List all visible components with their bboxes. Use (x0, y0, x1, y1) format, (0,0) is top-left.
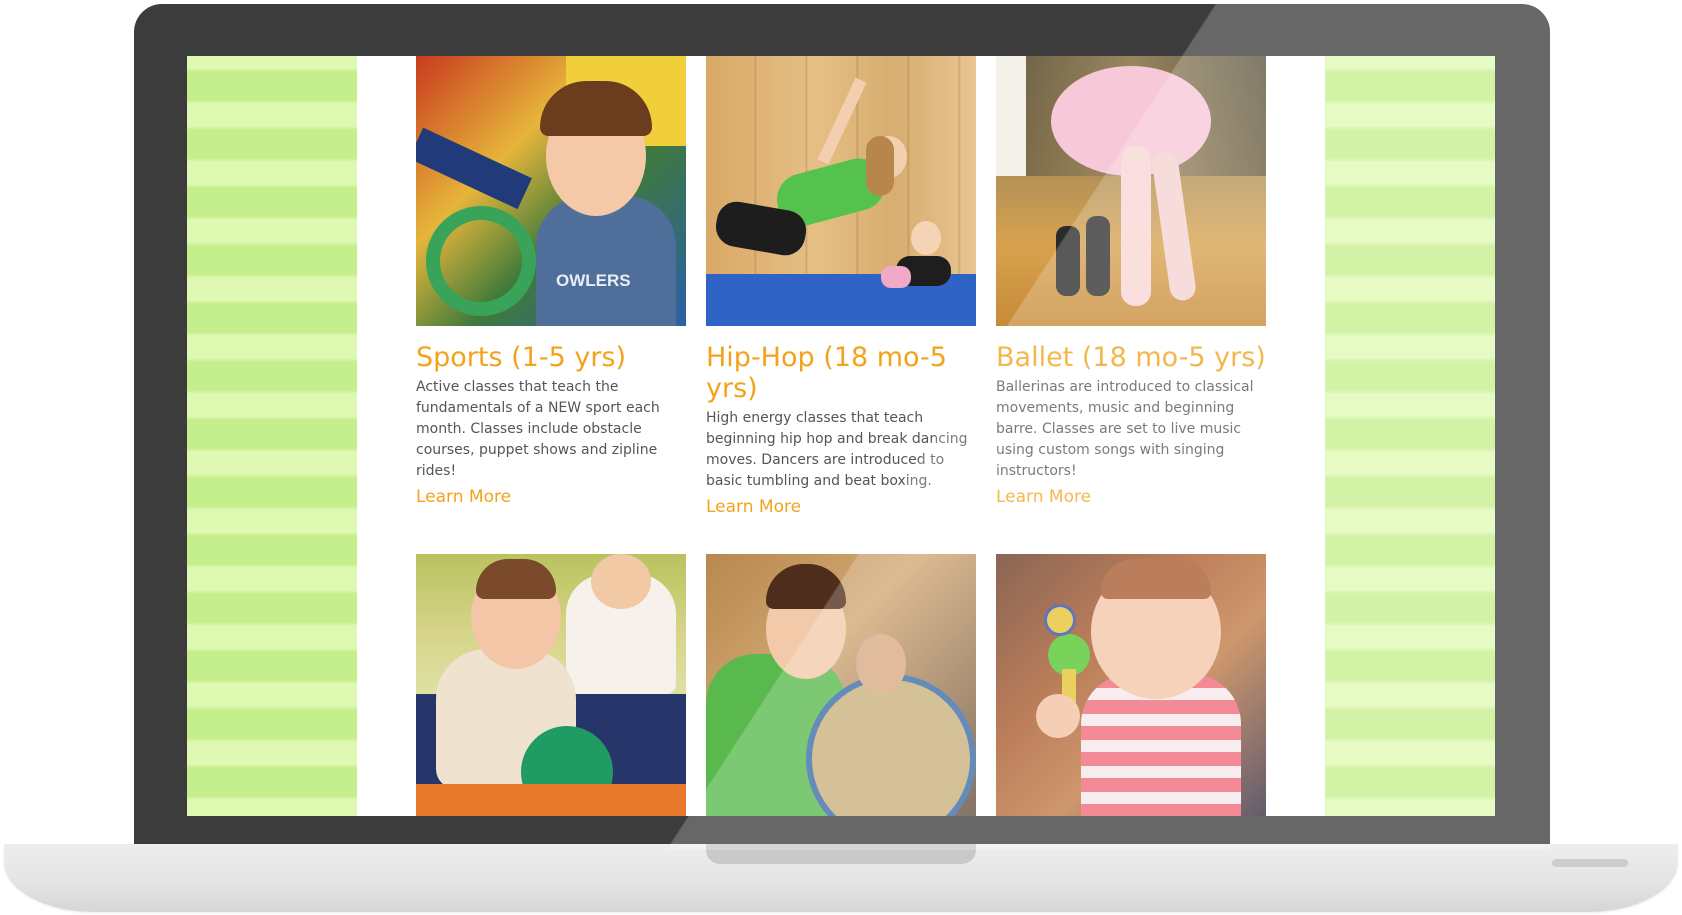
class-grid: OWLERS Sports (1-5 yrs) Active classes t… (416, 56, 1266, 816)
class-card-ballet: Ballet (18 mo-5 yrs) Ballerinas are intr… (996, 56, 1266, 508)
ballet-photo (996, 56, 1266, 326)
laptop-vent (1552, 859, 1628, 867)
hip-hop-photo (706, 56, 976, 326)
website-screen: OWLERS Sports (1-5 yrs) Active classes t… (187, 56, 1495, 816)
class-card-toddler (996, 554, 1266, 816)
baby-toy-photo (996, 554, 1266, 816)
shirt-print: OWLERS (556, 271, 631, 290)
laptop-base (4, 844, 1678, 912)
class-card-hip-hop: Hip-Hop (18 mo-5 yrs) High energy classe… (706, 56, 976, 518)
baby-ball-photo (416, 554, 686, 816)
laptop-lid: OWLERS Sports (1-5 yrs) Active classes t… (134, 4, 1550, 850)
class-card-baby-play (416, 554, 686, 816)
learn-more-link[interactable]: Learn More (416, 486, 511, 508)
drum-photo (706, 554, 976, 816)
right-stripe-decoration (1325, 56, 1495, 816)
card-description: Ballerinas are introduced to classical m… (996, 379, 1254, 479)
class-card-sports: OWLERS Sports (1-5 yrs) Active classes t… (416, 56, 686, 508)
card-description: Active classes that teach the fundamenta… (416, 379, 660, 479)
card-title: Sports (1-5 yrs) (416, 342, 627, 373)
learn-more-link[interactable]: Learn More (706, 496, 801, 518)
left-stripe-decoration (187, 56, 357, 816)
learn-more-link[interactable]: Learn More (996, 486, 1091, 508)
laptop-opening-notch (706, 844, 976, 864)
class-card-music (706, 554, 976, 816)
card-description: High energy classes that teach beginning… (706, 410, 968, 489)
sports-photo: OWLERS (416, 56, 686, 326)
card-title: Ballet (18 mo-5 yrs) (996, 342, 1266, 373)
card-title: Hip-Hop (18 mo-5 yrs) (706, 342, 947, 404)
